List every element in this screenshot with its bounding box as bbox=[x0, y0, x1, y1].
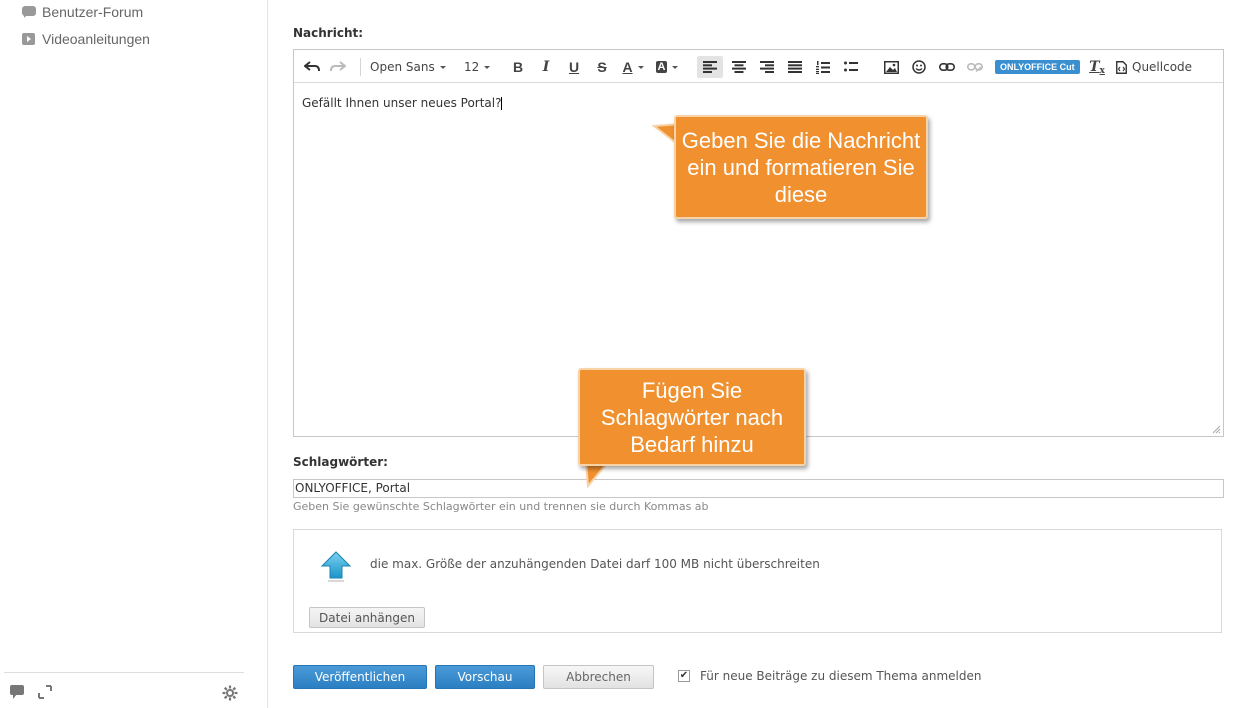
tags-label: Schlagwörter: bbox=[293, 455, 388, 469]
sidebar-item-label: Benutzer-Forum bbox=[42, 4, 144, 20]
publish-button[interactable]: Veröffentlichen bbox=[293, 665, 427, 689]
attachment-area[interactable]: die max. Größe der anzuhängenden Datei d… bbox=[293, 529, 1222, 633]
bold-button[interactable]: B bbox=[508, 56, 528, 78]
forum-icon bbox=[22, 5, 36, 19]
italic-button[interactable]: I bbox=[536, 56, 556, 78]
align-center-icon[interactable] bbox=[729, 56, 749, 78]
font-family-value: Open Sans bbox=[370, 60, 435, 74]
background-color-icon: A bbox=[655, 61, 668, 73]
upload-icon bbox=[321, 551, 351, 582]
emoji-icon[interactable] bbox=[909, 56, 929, 78]
clear-formatting-button[interactable]: Tx bbox=[1088, 56, 1106, 78]
sidebar-item-label: Videoanleitungen bbox=[42, 31, 150, 47]
chevron-down-icon bbox=[439, 65, 446, 69]
sidebar-item-user-forum[interactable]: Benutzer-Forum bbox=[22, 2, 143, 22]
editor-content[interactable]: Gefällt Ihnen unser neues Portal? bbox=[302, 96, 503, 110]
bullet-list-icon[interactable] bbox=[841, 56, 861, 78]
font-size-dropdown[interactable]: 12 bbox=[464, 56, 494, 78]
align-left-icon[interactable] bbox=[697, 56, 723, 78]
message-label: Nachricht: bbox=[293, 26, 364, 40]
background-color-button[interactable]: A bbox=[654, 56, 680, 78]
align-right-icon[interactable] bbox=[757, 56, 777, 78]
chevron-down-icon bbox=[637, 65, 644, 69]
subscribe-checkbox[interactable]: ✔ bbox=[678, 670, 690, 682]
sidebar: Benutzer-Forum Videoanleitungen bbox=[0, 0, 268, 708]
resize-handle-icon[interactable] bbox=[1211, 424, 1221, 434]
preview-button[interactable]: Vorschau bbox=[435, 665, 535, 689]
chevron-down-icon bbox=[672, 65, 679, 69]
source-code-button[interactable]: Quellcode bbox=[1116, 56, 1194, 78]
editor-toolbar: Open Sans 12 B I U S A A ONLYOFFICE Cut … bbox=[294, 50, 1223, 83]
cancel-button[interactable]: Abbrechen bbox=[543, 665, 654, 689]
link-icon[interactable] bbox=[937, 56, 957, 78]
toolbar-divider bbox=[360, 58, 361, 76]
onlyoffice-cut-button[interactable]: ONLYOFFICE Cut bbox=[995, 60, 1080, 74]
font-size-value: 12 bbox=[464, 60, 480, 74]
font-color-icon: A bbox=[622, 59, 633, 75]
callout-message-text: Geben Sie die Nachricht ein und formatie… bbox=[681, 127, 921, 207]
font-family-dropdown[interactable]: Open Sans bbox=[370, 56, 446, 78]
tags-input[interactable]: ONLYOFFICE, Portal bbox=[293, 479, 1224, 498]
text-cursor bbox=[501, 97, 503, 110]
chat-icon[interactable] bbox=[10, 685, 26, 699]
align-justify-icon[interactable] bbox=[785, 56, 805, 78]
video-icon bbox=[22, 32, 36, 46]
sidebar-item-video-guides[interactable]: Videoanleitungen bbox=[22, 29, 150, 49]
chevron-down-icon bbox=[484, 65, 491, 69]
attach-file-button[interactable]: Datei anhängen bbox=[309, 607, 425, 628]
sidebar-footer bbox=[4, 672, 244, 708]
image-icon[interactable] bbox=[881, 56, 901, 78]
clear-formatting-icon: T bbox=[1089, 59, 1100, 75]
attachment-size-hint: die max. Größe der anzuhängenden Datei d… bbox=[370, 557, 820, 571]
callout-tags-text: Fügen Sie Schlagwörter nach Bedarf hinzu bbox=[600, 377, 784, 457]
message-text: Gefällt Ihnen unser neues Portal? bbox=[302, 96, 502, 110]
tags-hint: Geben Sie gewünschte Schlagwörter ein un… bbox=[293, 500, 709, 513]
strikethrough-button[interactable]: S bbox=[592, 56, 612, 78]
font-color-button[interactable]: A bbox=[620, 56, 646, 78]
subscribe-label: Für neue Beiträge zu diesem Thema anmeld… bbox=[700, 669, 982, 683]
source-code-label: Quellcode bbox=[1132, 60, 1193, 74]
numbered-list-icon[interactable] bbox=[813, 56, 833, 78]
source-code-icon bbox=[1116, 60, 1127, 74]
unlink-icon[interactable] bbox=[965, 56, 985, 78]
undo-icon[interactable] bbox=[302, 56, 322, 78]
gear-icon[interactable] bbox=[222, 685, 238, 701]
underline-button[interactable]: U bbox=[564, 56, 584, 78]
expand-icon[interactable] bbox=[38, 685, 54, 699]
callout-tags: Fügen Sie Schlagwörter nach Bedarf hinzu bbox=[578, 368, 806, 466]
redo-icon[interactable] bbox=[328, 56, 348, 78]
callout-message: Geben Sie die Nachricht ein und formatie… bbox=[674, 115, 928, 219]
